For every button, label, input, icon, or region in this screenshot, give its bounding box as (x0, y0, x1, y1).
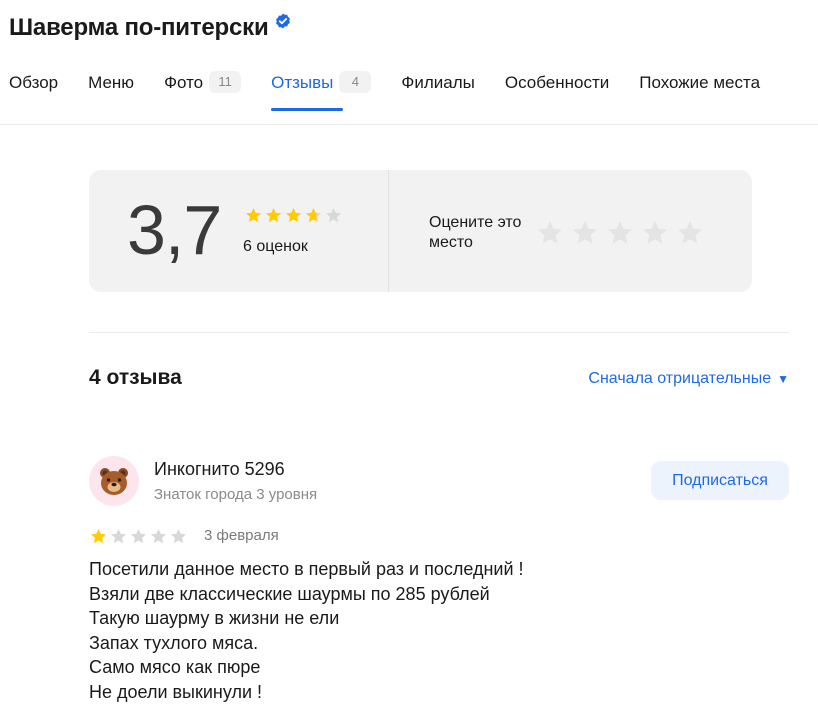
section-divider (89, 332, 789, 333)
card-divider (388, 170, 389, 292)
rating-count: 6 оценок (243, 238, 308, 255)
tab-photo[interactable]: Фото 11 (164, 71, 242, 113)
verified-badge-icon (275, 13, 290, 29)
reviews-count-title: 4 отзыва (89, 366, 182, 389)
tab-similar-places[interactable]: Похожие места (639, 73, 760, 113)
tab-label: Обзор (9, 73, 59, 92)
bear-face-icon (100, 468, 128, 495)
subscribe-button[interactable]: Подписаться (651, 461, 789, 500)
tab-features[interactable]: Особенности (505, 73, 609, 113)
rating-summary-card: 3,7 6 оценок Оцените это место (89, 170, 752, 292)
star-icon (265, 207, 282, 223)
tab-label: Похожие места (639, 73, 761, 92)
review-text-line: Не доели выкинули ! (89, 681, 263, 702)
rate-star-icon[interactable] (535, 218, 565, 248)
rate-star-icon[interactable] (570, 218, 600, 248)
tab-underline (271, 108, 344, 111)
star-icon (285, 207, 302, 223)
rating-value: 3,7 (127, 191, 222, 269)
review-date: 3 февраля (204, 527, 279, 544)
header-divider (0, 124, 818, 125)
review-text-line: Такую шаурму в жизни не ели (89, 608, 340, 629)
tab-count-badge: 11 (209, 71, 242, 93)
author-level: Знаток города 3 уровня (154, 486, 318, 503)
tab-label: Меню (88, 73, 135, 92)
tab-label: Фото (164, 73, 204, 92)
star-icon (150, 528, 167, 544)
tab-menu[interactable]: Меню (88, 73, 134, 113)
tab-reviews[interactable]: Отзывы 4 (271, 71, 372, 113)
avatar[interactable] (89, 456, 139, 506)
sort-dropdown[interactable]: Сначала отрицательные ▼ (588, 370, 789, 388)
review-text: Посетили данное место в первый раз и пос… (89, 557, 524, 705)
dropdown-arrow-icon: ▼ (777, 372, 789, 386)
tab-label: Отзывы (271, 73, 334, 92)
review-text-line: Само мясо как пюре (89, 657, 261, 678)
rate-star-icon[interactable] (675, 218, 705, 248)
star-icon (90, 528, 107, 544)
rate-place-stars[interactable] (535, 218, 705, 248)
rate-star-icon[interactable] (640, 218, 670, 248)
star-icon (110, 528, 127, 544)
star-icon (170, 528, 187, 544)
sort-label: Сначала отрицательные (588, 370, 772, 387)
star-icon (325, 207, 342, 223)
tab-label: Особенности (504, 73, 610, 92)
review-stars (89, 527, 188, 546)
review-text-line: Запах тухлого мяса. (89, 632, 259, 653)
place-header: Шаверма по-питерски (9, 13, 291, 42)
tabs-bar: Обзор Меню Фото 11 Отзывы 4 Филиалы Особ… (9, 71, 760, 113)
tab-count-badge: 4 (339, 71, 372, 93)
star-icon (130, 528, 147, 544)
review-text-line: Взяли две классические шаурмы по 285 руб… (89, 583, 490, 604)
author-name[interactable]: Инкогнито 5296 (154, 459, 285, 480)
rate-star-icon[interactable] (605, 218, 635, 248)
place-title: Шаверма по-питерски (9, 14, 269, 41)
tab-label: Филиалы (401, 73, 475, 92)
tab-overview[interactable]: Обзор (9, 73, 58, 113)
rating-stars (244, 206, 343, 225)
rate-prompt: Оцените это место (429, 214, 522, 251)
star-icon (245, 207, 262, 223)
tab-branches[interactable]: Филиалы (401, 73, 474, 113)
star-icon (305, 207, 322, 223)
review-text-line: Посетили данное место в первый раз и пос… (89, 559, 524, 579)
